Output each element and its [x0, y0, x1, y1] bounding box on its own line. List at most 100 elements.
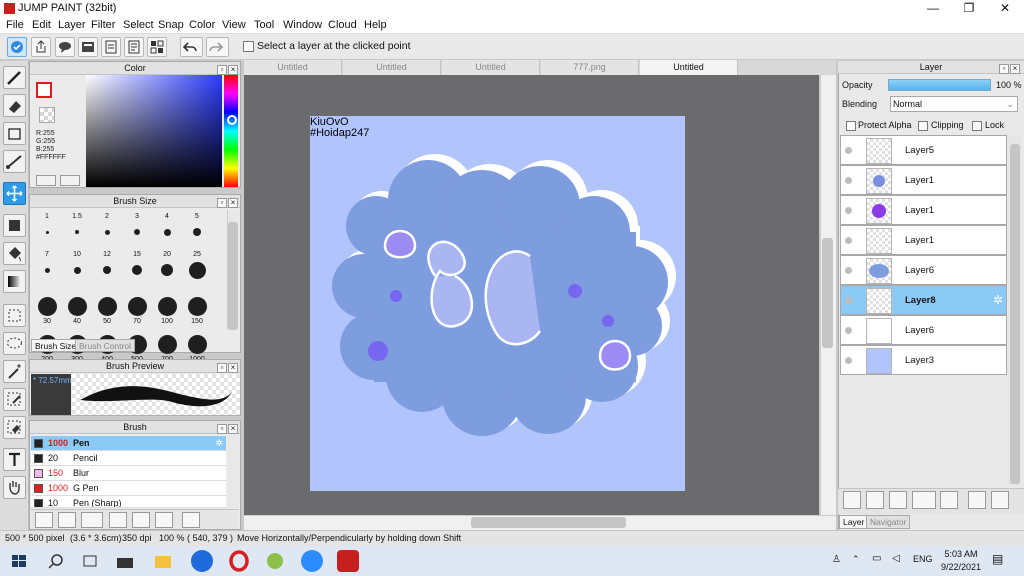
menu-window[interactable]: Window: [283, 19, 322, 31]
line-tool-icon[interactable]: [3, 150, 26, 173]
brush-size-option[interactable]: 150: [182, 286, 212, 326]
menu-cloud[interactable]: Cloud: [328, 19, 357, 31]
brush-item-pencil[interactable]: 20 Pencil: [31, 451, 226, 466]
brush-size-option[interactable]: 4: [152, 210, 182, 250]
visibility-icon[interactable]: [845, 267, 852, 274]
undo-icon[interactable]: [180, 37, 203, 57]
rectangle-select-icon[interactable]: [3, 122, 26, 145]
bucket-tool-icon[interactable]: [3, 242, 26, 265]
visibility-icon[interactable]: [845, 147, 852, 154]
menu-filter[interactable]: Filter: [91, 19, 115, 31]
tab-document-2[interactable]: Untitled: [343, 60, 441, 75]
brush-size-scroll-thumb[interactable]: [228, 222, 238, 330]
brush-folder-icon[interactable]: [132, 512, 150, 528]
layer-item-selected[interactable]: Layer8 ✲: [840, 285, 1007, 315]
tab-brush-size[interactable]: Brush Size: [31, 339, 81, 352]
brush-size-option[interactable]: 7: [32, 248, 62, 288]
panel-close-icon[interactable]: ×: [228, 65, 238, 75]
layer-item[interactable]: Layer6: [840, 255, 1007, 285]
delete-layer-icon[interactable]: [991, 491, 1009, 509]
menu-snap[interactable]: Snap: [158, 19, 184, 31]
zalo-icon[interactable]: [191, 550, 213, 572]
tab-document-3[interactable]: Untitled: [442, 60, 540, 75]
search-icon[interactable]: [45, 550, 67, 572]
fill-rectangle-icon[interactable]: [3, 214, 26, 237]
brush-size-option[interactable]: 3: [122, 210, 152, 250]
brush-size-option[interactable]: 40: [62, 286, 92, 326]
clipping-checkbox[interactable]: [918, 121, 928, 131]
zoom-app-icon[interactable]: [301, 550, 323, 572]
brush-size-option[interactable]: 50: [92, 286, 122, 326]
brush-item-blur[interactable]: 150 Blur: [31, 466, 226, 481]
brush-menu-icon[interactable]: [81, 512, 103, 528]
file-manager-icon[interactable]: [114, 550, 136, 572]
hue-marker[interactable]: [227, 115, 237, 125]
panel-float-icon[interactable]: ▫: [217, 198, 227, 208]
tab-brush-control[interactable]: Brush Control: [75, 339, 135, 352]
layer-item[interactable]: Layer3: [840, 345, 1007, 375]
pen-tool-icon[interactable]: [3, 66, 26, 89]
panel-float-icon[interactable]: ▫: [999, 64, 1009, 74]
lasso-icon[interactable]: [3, 332, 26, 355]
visibility-icon[interactable]: [845, 327, 852, 334]
opacity-slider[interactable]: [888, 79, 991, 91]
brush-size-option[interactable]: 2: [92, 210, 122, 250]
tab-document-1[interactable]: Untitled: [244, 60, 342, 75]
brush-item-g-pen[interactable]: 1000 G Pen: [31, 481, 226, 496]
panel-float-icon[interactable]: ▫: [217, 363, 227, 373]
paint-app-icon[interactable]: [264, 550, 286, 572]
comic-icon[interactable]: [78, 37, 98, 57]
hand-tool-icon[interactable]: [3, 476, 26, 499]
canvas-horizontal-scroll-thumb[interactable]: [471, 517, 626, 528]
brush-size-option[interactable]: 30: [32, 286, 62, 326]
brush-duplicate-icon[interactable]: [155, 512, 173, 528]
duplicate-layer-icon[interactable]: [889, 491, 907, 509]
menu-layer[interactable]: Layer: [58, 19, 86, 31]
menu-view[interactable]: View: [222, 19, 246, 31]
new-layer-folder-icon[interactable]: [866, 491, 884, 509]
brush-size-option[interactable]: 5: [182, 210, 212, 250]
brush-size-option[interactable]: 70: [122, 286, 152, 326]
menu-tool[interactable]: Tool: [254, 19, 274, 31]
windows-start-icon[interactable]: [8, 550, 30, 572]
eraser-tool-icon[interactable]: [3, 94, 26, 117]
layer-select-checkbox[interactable]: [243, 41, 254, 52]
document-icon[interactable]: [124, 37, 144, 57]
close-button[interactable]: ✕: [988, 0, 1022, 17]
network-icon[interactable]: ▭: [872, 553, 881, 564]
file-explorer-icon[interactable]: [152, 550, 174, 572]
panel-close-icon[interactable]: ×: [1010, 64, 1020, 74]
menu-select[interactable]: Select: [123, 19, 154, 31]
layer-folder-icon[interactable]: [940, 491, 958, 509]
visibility-icon[interactable]: [845, 207, 852, 214]
notification-icon[interactable]: ▤: [992, 552, 1003, 566]
visibility-icon[interactable]: [845, 237, 852, 244]
grid-layout-icon[interactable]: [147, 37, 167, 57]
clock-date[interactable]: 9/22/2021: [938, 562, 984, 572]
layer-menu-icon[interactable]: [912, 491, 936, 509]
lock-checkbox[interactable]: [972, 121, 982, 131]
people-icon[interactable]: ♙: [832, 554, 841, 565]
menu-help[interactable]: Help: [364, 19, 387, 31]
brush-size-option[interactable]: 1.5: [62, 210, 92, 250]
menu-color[interactable]: Color: [189, 19, 215, 31]
brush-delete-icon[interactable]: [182, 512, 200, 528]
menu-edit[interactable]: Edit: [32, 19, 51, 31]
layer-item[interactable]: Layer5: [840, 135, 1007, 165]
panel-close-icon[interactable]: ×: [228, 424, 238, 434]
maximize-button[interactable]: ❐: [952, 0, 986, 17]
jump-paint-taskbar-icon[interactable]: [337, 550, 359, 572]
magic-wand-icon[interactable]: [3, 360, 26, 383]
clock-time[interactable]: 5:03 AM: [938, 549, 984, 559]
layer-item[interactable]: Layer1: [840, 225, 1007, 255]
visibility-icon[interactable]: [845, 357, 852, 364]
tab-document-5[interactable]: Untitled: [640, 60, 738, 75]
protect-alpha-checkbox[interactable]: [846, 121, 856, 131]
brush-size-option[interactable]: 12: [92, 248, 122, 288]
brush-settings-icon[interactable]: [35, 512, 53, 528]
brush-size-option[interactable]: 700: [152, 324, 182, 364]
saturation-value-picker[interactable]: [86, 75, 222, 187]
layer-list-scroll-thumb[interactable]: [1010, 144, 1020, 484]
tab-layer[interactable]: Layer: [839, 515, 869, 529]
gradient-tool-icon[interactable]: [3, 270, 26, 293]
